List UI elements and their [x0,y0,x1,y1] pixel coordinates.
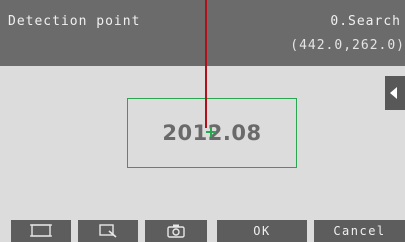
zoom-icon [99,224,117,238]
chevron-left-icon [390,87,397,99]
bottom-toolbar: OK Cancel [0,220,405,242]
detection-region[interactable]: 2012.08 [127,98,297,168]
screen-title: Detection point [8,14,141,29]
detection-point-screen: Detection point 0.Search (442.0,262.0) 2… [0,0,405,242]
coordinate-readout: (442.0,262.0) [290,38,405,53]
search-mode-label: 0.Search [330,14,401,29]
zoom-button[interactable] [78,220,138,242]
capture-button[interactable] [145,220,207,242]
side-panel-tab[interactable] [385,76,405,110]
frame-icon [30,224,52,237]
frame-button[interactable] [11,220,71,242]
camera-icon [167,224,185,238]
crosshair-icon [206,127,216,137]
cancel-button[interactable]: Cancel [314,220,405,242]
ok-button[interactable]: OK [217,220,307,242]
header-bar: Detection point 0.Search (442.0,262.0) [0,0,405,66]
leader-line [205,0,207,128]
